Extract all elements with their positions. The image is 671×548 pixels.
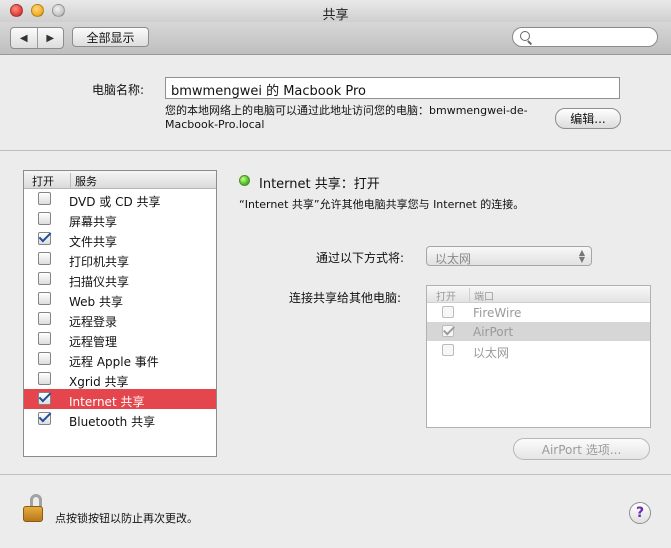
ports-list-header: 打开 端口 bbox=[427, 286, 650, 303]
internet-sharing-status-icon bbox=[239, 175, 250, 186]
show-all-button[interactable]: 全部显示 bbox=[72, 27, 149, 47]
unchecked-checkbox[interactable] bbox=[38, 352, 51, 365]
port-list-item-label: 以太网 bbox=[473, 346, 510, 360]
computer-address-hint-line-2: Macbook-Pro.local bbox=[165, 118, 265, 131]
lock-icon[interactable] bbox=[21, 494, 45, 522]
computer-address-hint-line-1: 您的本地网络上的电脑可以通过此地址访问您的电脑：bmwmengwei-de- bbox=[165, 104, 528, 117]
airport-options-button[interactable]: AirPort 选项... bbox=[513, 438, 650, 460]
port-list-item[interactable]: AirPort bbox=[427, 322, 650, 341]
service-list-item[interactable]: Xgrid 共享 bbox=[24, 369, 216, 389]
search-field[interactable] bbox=[512, 27, 658, 47]
services-header-on: 打开 bbox=[32, 175, 54, 188]
title-bar: 共享 bbox=[0, 0, 671, 23]
sharing-services-list: 打开 服务 DVD 或 CD 共享 屏幕共享文件共享打印机共享扫描仪共享 Web 共… bbox=[23, 170, 217, 457]
service-list-item-label: 远程管理 bbox=[69, 335, 118, 349]
services-list-header: 打开 服务 bbox=[24, 171, 216, 189]
ports-header-port: 端口 bbox=[469, 288, 494, 303]
share-connection-from-value: 以太网 bbox=[435, 252, 472, 266]
unchecked-checkbox[interactable] bbox=[38, 192, 51, 205]
service-list-item-label: 扫描仪共享 bbox=[69, 275, 130, 289]
service-list-item[interactable]: DVD 或 CD 共享 bbox=[24, 189, 216, 209]
service-list-item-label: 文件共享 bbox=[69, 235, 118, 249]
navigation-buttons: ◀ ▶ bbox=[10, 27, 64, 49]
service-list-item-label: 打印机共享 bbox=[69, 255, 130, 269]
lock-instruction: 点按锁按钮以防止再次更改。 bbox=[55, 512, 198, 525]
unchecked-checkbox[interactable] bbox=[38, 292, 51, 305]
share-ports-list: 打开 端口 FireWire AirPort 以太网 bbox=[426, 285, 651, 428]
checked-checkbox[interactable] bbox=[442, 325, 454, 337]
service-list-item-label: DVD 或 CD 共享 bbox=[69, 195, 161, 209]
service-list-item-label: 屏幕共享 bbox=[69, 215, 118, 229]
service-list-item-label: 远程登录 bbox=[69, 315, 118, 329]
service-list-item-label: Xgrid 共享 bbox=[69, 375, 129, 389]
computer-name-label: 电脑名称: bbox=[92, 83, 145, 97]
service-list-item-label: 远程 Apple 事件 bbox=[69, 355, 159, 369]
edit-computer-name-button[interactable]: 编辑... bbox=[555, 108, 621, 129]
window-title: 共享 bbox=[322, 8, 349, 23]
service-list-item[interactable]: Web 共享 bbox=[24, 289, 216, 309]
service-list-item[interactable]: 远程管理 bbox=[24, 329, 216, 349]
bottom-divider bbox=[0, 474, 671, 475]
service-list-item[interactable]: 打印机共享 bbox=[24, 249, 216, 269]
checked-checkbox[interactable] bbox=[38, 232, 51, 245]
port-list-item[interactable]: FireWire bbox=[427, 303, 650, 322]
checked-checkbox[interactable] bbox=[38, 392, 51, 405]
internet-sharing-description: “Internet 共享”允许其他电脑共享您与 Internet 的连接。 bbox=[239, 198, 525, 211]
service-list-item[interactable]: Bluetooth 共享 bbox=[24, 409, 216, 429]
service-list-item-label: Web 共享 bbox=[69, 295, 123, 309]
search-input[interactable] bbox=[535, 29, 657, 47]
unchecked-checkbox[interactable] bbox=[38, 312, 51, 325]
service-list-item[interactable]: 远程 Apple 事件 bbox=[24, 349, 216, 369]
services-header-service: 服务 bbox=[70, 173, 97, 189]
section-divider bbox=[0, 150, 671, 151]
unchecked-checkbox[interactable] bbox=[38, 272, 51, 285]
service-list-item-label: Bluetooth 共享 bbox=[69, 415, 156, 429]
service-list-item[interactable]: 文件共享 bbox=[24, 229, 216, 249]
share-connection-from-popup[interactable]: 以太网 ▲ ▼ bbox=[426, 246, 592, 266]
lock-body-icon bbox=[23, 506, 43, 522]
service-list-item-label: Internet 共享 bbox=[69, 395, 145, 409]
back-icon[interactable]: ◀ bbox=[11, 28, 37, 48]
share-connection-from-label: 通过以下方式将: bbox=[316, 251, 405, 265]
unchecked-checkbox[interactable] bbox=[38, 212, 51, 225]
service-list-item[interactable]: 屏幕共享 bbox=[24, 209, 216, 229]
unchecked-checkbox[interactable] bbox=[442, 306, 454, 318]
internet-sharing-status: Internet 共享：打开 bbox=[259, 177, 380, 192]
checked-checkbox[interactable] bbox=[38, 412, 51, 425]
port-list-item[interactable]: 以太网 bbox=[427, 341, 650, 360]
help-button[interactable]: ? bbox=[629, 502, 651, 524]
port-list-item-label: FireWire bbox=[473, 306, 522, 320]
computer-name-field[interactable]: bmwmengwei 的 Macbook Pro bbox=[165, 77, 620, 99]
forward-icon[interactable]: ▶ bbox=[36, 28, 64, 48]
search-icon bbox=[520, 31, 530, 41]
service-list-item[interactable]: 扫描仪共享 bbox=[24, 269, 216, 289]
service-list-item[interactable]: 远程登录 bbox=[24, 309, 216, 329]
share-to-computers-label: 连接共享给其他电脑: bbox=[289, 291, 402, 305]
unchecked-checkbox[interactable] bbox=[38, 372, 51, 385]
unchecked-checkbox[interactable] bbox=[38, 332, 51, 345]
popup-arrows-icon: ▲ ▼ bbox=[578, 248, 585, 264]
service-list-item[interactable]: Internet 共享 bbox=[24, 389, 216, 409]
ports-header-on: 打开 bbox=[436, 292, 456, 303]
unchecked-checkbox[interactable] bbox=[38, 252, 51, 265]
toolbar: ◀ ▶ 全部显示 bbox=[0, 22, 671, 55]
unchecked-checkbox[interactable] bbox=[442, 344, 454, 356]
sharing-preferences-window: 共享 ◀ ▶ 全部显示 电脑名称: bmwmengwei 的 Macbook P… bbox=[0, 0, 671, 548]
port-list-item-label: AirPort bbox=[473, 325, 514, 339]
